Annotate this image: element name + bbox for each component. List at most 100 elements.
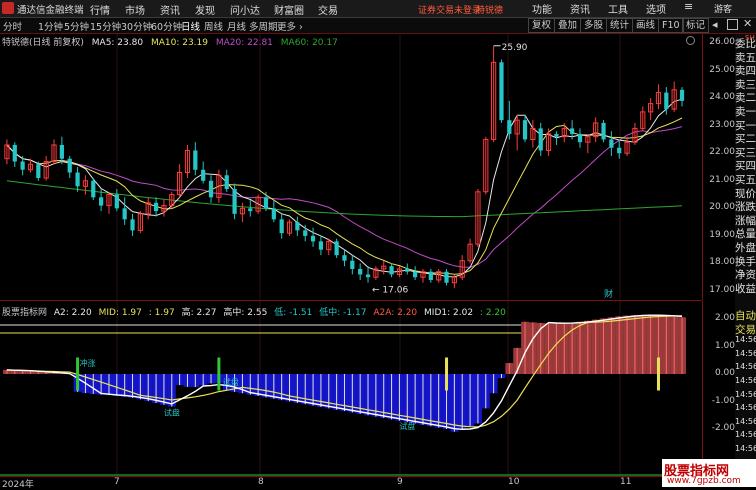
candle-body-down [405,269,409,272]
candle-body-down [193,150,197,169]
candle-body-down [499,62,503,120]
main-legend-name: 特锐德(日线 前复权) [2,38,84,48]
ma60-line [7,181,682,217]
date-axis-tick: 7 [114,477,120,487]
tab-30min[interactable]: 30分钟 [121,19,152,33]
menu-item-zixun[interactable]: 资讯 [160,2,180,17]
tab-weekly[interactable]: 周线 [204,19,223,33]
candle-body-down [444,272,448,283]
indicator-legend-gaozhong: 高中: 2.55 [223,308,267,318]
indicator-legend-a2: A2: 2.20 [54,308,92,318]
side-panel-item[interactable]: 收益 [735,281,756,296]
watermark-url: www.7gpzb.com [667,476,741,486]
side-panel-item[interactable]: 14:56 [735,430,756,439]
tab-5min[interactable]: 5分钟 [64,19,89,33]
date-axis-tick: 11 [620,477,631,487]
window-menu-icon[interactable]: ≡ [684,0,693,13]
menu-item-xuanxiang[interactable]: 选项 [646,1,666,16]
indicator-legend-name: 股票指标网 [2,308,47,318]
indicator-annotation: 试盘 [164,407,180,417]
collapse-arrow-icon[interactable]: ◂ [712,18,718,31]
maximize-icon[interactable] [727,19,738,30]
multi-stock-button[interactable]: 多股 [580,18,607,33]
indicator-chart[interactable]: 冲涨试盘试盘试盘 [0,301,702,476]
menu-item-right-zixun[interactable]: 资讯 [570,1,590,16]
candle-body-down [99,197,103,205]
candle-body-down [609,139,613,147]
menu-item-gongju[interactable]: 工具 [608,1,628,16]
indicator-legend-last: : 2.20 [480,308,506,318]
indicator-legend-di: 低: -1.51 [274,308,312,318]
price-axis: 26.0025.0024.0023.0022.0021.0020.0019.00… [702,34,735,300]
tab-monthly[interactable]: 月线 [227,19,246,33]
candle-body-down [335,241,339,255]
candle-body-down [232,189,236,214]
low-price-label: ← 17.06 [372,285,408,295]
candle-body-down [115,195,119,209]
price-chart[interactable]: 25.90← 17.06财 [0,34,702,301]
candle-body-down [60,145,64,159]
guest-label[interactable]: 游客 [714,2,732,15]
ma20-line [7,127,682,268]
side-panel-item[interactable]: 14:56 [735,444,756,453]
date-axis-tick: 9 [397,477,403,487]
indicator-legend: 股票指标网 A2: 2.20 MID: 1.97 : 1.97 高: 2.27 … [2,305,510,318]
price-axis-tick: 26.00 [709,37,735,47]
candle-body-down [123,208,127,219]
login-warning[interactable]: 证券交易未登录 [418,3,481,16]
close-icon[interactable]: ✕ [743,17,752,30]
candle-body-down [601,123,605,140]
tab-multi-period[interactable]: 多周期 [249,19,278,33]
overlay-button[interactable]: 叠加 [554,18,581,33]
candle-body-down [539,128,543,150]
side-panel-item[interactable]: 14:56 [735,335,756,344]
menu-item-faxian[interactable]: 发现 [195,2,215,17]
tab-1min[interactable]: 1分钟 [38,19,63,33]
candle-body-down [554,134,558,137]
side-panel-item[interactable]: 14:56 [735,403,756,412]
statistics-button[interactable]: 统计 [606,18,633,33]
candle-body-down [350,261,354,269]
tab-daily[interactable]: 日线 [181,19,200,33]
tab-60min[interactable]: 60分钟 [151,19,182,33]
candle-body-down [389,266,393,274]
candle-body-down [36,164,40,178]
signal-bar [657,358,660,391]
candle-body-down [21,161,25,169]
side-panel-item[interactable]: 14:56 [735,417,756,426]
candle-body-down [358,269,362,275]
tab-15min[interactable]: 15分钟 [90,19,121,33]
side-panel-item[interactable]: 14:56 [735,362,756,371]
chart-settings-icon[interactable] [686,36,695,45]
candle-body-down [13,145,17,162]
menu-item-jiaoyi[interactable]: 交易 [318,2,338,17]
menu-item-wenxiaoda[interactable]: 问小达 [230,2,260,17]
candle-body-down [311,236,315,242]
candle-body-down [319,241,323,249]
f10-button[interactable]: F10 [658,18,684,33]
tab-more[interactable]: 更多 › [277,19,303,33]
draw-line-button[interactable]: 画线 [632,18,659,33]
date-axis-tick: 10 [508,477,519,487]
side-panel-item[interactable]: 14:56 [735,349,756,358]
menu-item-gongneng[interactable]: 功能 [532,1,552,16]
indicator-axis-tick: -2.00 [712,423,735,433]
candle-body-down [303,230,307,236]
mark-button[interactable]: 标记 [682,18,709,33]
side-panel-item[interactable]: 14:56 [735,376,756,385]
side-panel-item[interactable]: 14:56 [735,390,756,399]
side-top-label: SH [745,34,755,42]
candle-body-down [664,93,668,110]
restore-rights-button[interactable]: 复权 [528,18,555,33]
menu-item-hangqing[interactable]: 行情 [90,2,110,17]
menu-item-caifuquan[interactable]: 财富圈 [274,2,304,17]
candle-body-down [130,219,134,230]
candle-body-down [295,222,299,230]
indicator-axis-tick: 0.00 [715,368,735,378]
tab-fenshi[interactable]: 分时 [3,19,22,33]
candle-body-down [429,272,433,280]
candle-body-down [342,255,346,261]
indicator-legend-dizhong: 低中: -1.17 [319,308,366,318]
indicator-annotation: 冲涨 [80,358,96,368]
menu-item-shichang[interactable]: 市场 [125,2,145,17]
